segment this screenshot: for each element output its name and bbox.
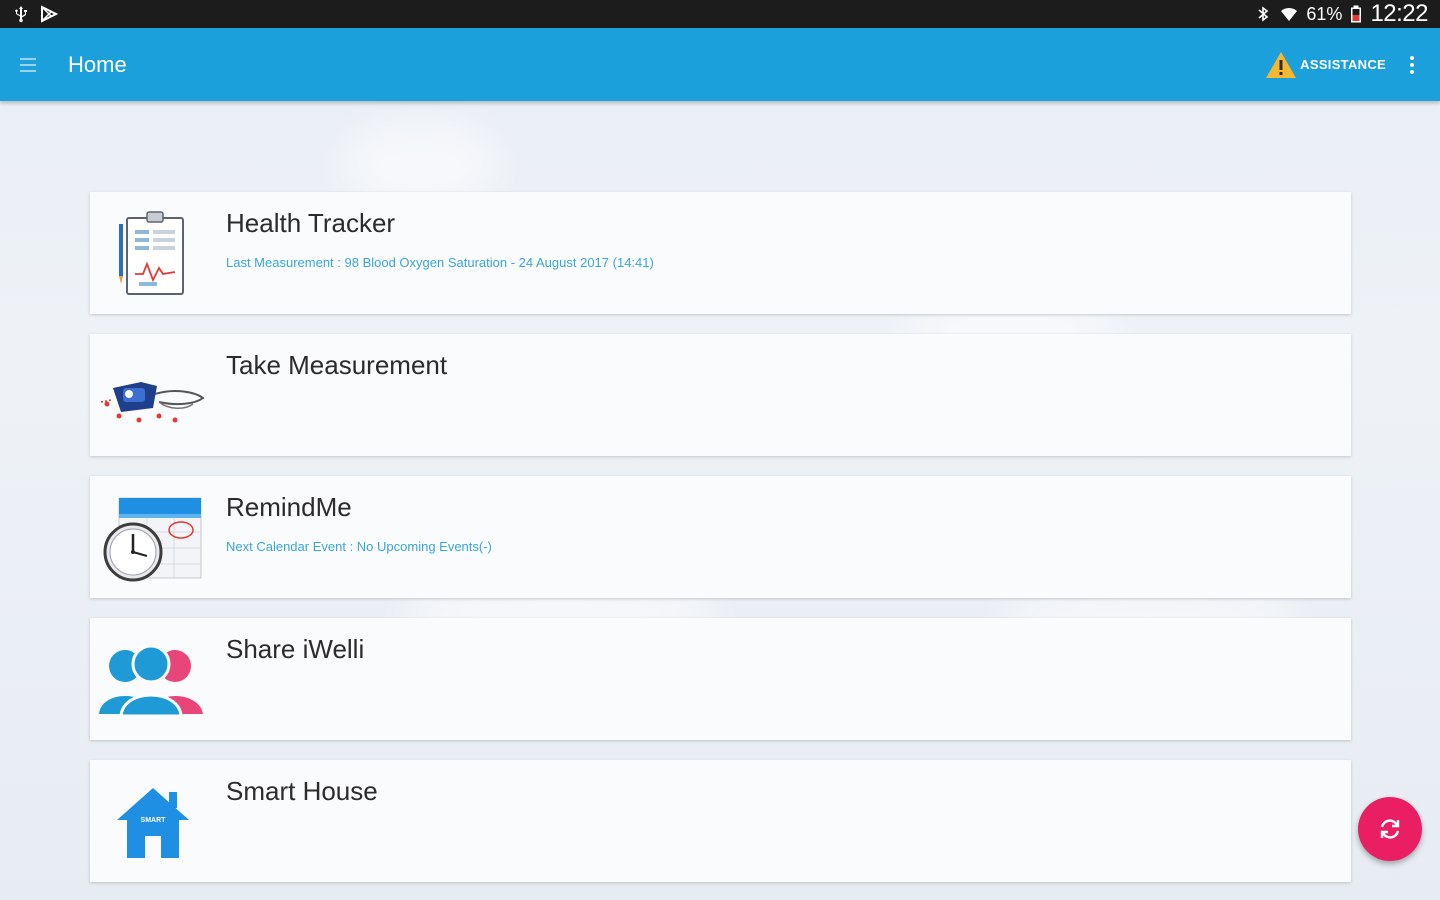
blood-pressure-monitor-icon [98,344,208,448]
home-menu-list: Health Tracker Last Measurement : 98 Blo… [90,192,1351,882]
warning-icon [1266,51,1297,78]
card-title: Take Measurement [226,350,448,380]
card-health-tracker[interactable]: Health Tracker Last Measurement : 98 Blo… [90,192,1351,314]
card-take-measurement[interactable]: Take Measurement [90,334,1351,456]
wifi-icon [1281,7,1298,21]
card-title: RemindMe [226,492,352,522]
assistance-button[interactable]: ASSISTANCE [1264,50,1386,80]
card-title: Smart House [226,776,378,806]
overflow-menu-icon[interactable] [1404,55,1420,74]
hamburger-menu-icon[interactable] [20,57,36,72]
refresh-fab-button[interactable] [1358,797,1422,861]
card-smart-house[interactable]: SMART Smart House [90,760,1351,882]
card-share-iwelli[interactable]: Share iWelli [90,618,1351,740]
assistance-label: ASSISTANCE [1300,57,1386,72]
card-title: Health Tracker [226,208,396,238]
app-bar: Home ASSISTANCE [0,28,1440,101]
refresh-icon [1380,819,1400,839]
calendar-clock-icon [98,486,208,590]
page-title: Home [68,51,127,77]
status-system: 61% 12:22 [1254,0,1428,28]
app-bar-actions: ASSISTANCE [1264,50,1420,80]
usb-icon [15,6,27,23]
card-subtitle: Last Measurement : 98 Blood Oxygen Satur… [226,255,654,270]
status-bar: 61% 12:22 [0,0,1440,28]
play-store-icon [41,5,58,23]
people-share-icon [98,628,208,732]
clipboard-chart-icon [98,202,208,306]
smart-house-icon: SMART [98,770,208,874]
card-subtitle: Next Calendar Event : No Upcoming Events… [226,539,492,554]
status-notifications [12,5,58,23]
card-title: Share iWelli [226,634,365,664]
battery-icon [1351,5,1362,23]
bluetooth-icon [1258,6,1269,22]
status-clock: 12:22 [1370,0,1428,27]
card-remindme[interactable]: RemindMe Next Calendar Event : No Upcomi… [90,476,1351,598]
battery-percentage: 61% [1306,3,1343,24]
smart-house-icon-label: SMART [141,817,167,824]
